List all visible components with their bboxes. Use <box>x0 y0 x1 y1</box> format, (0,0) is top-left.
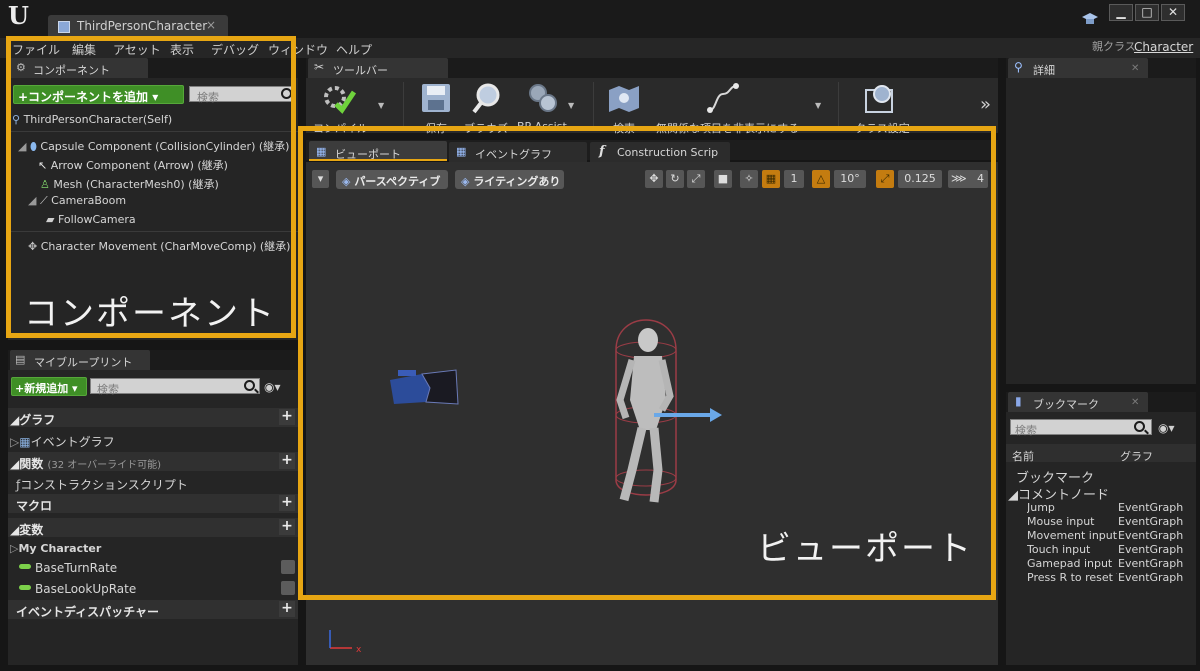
bookmark-graph[interactable]: EventGraph <box>1118 529 1183 542</box>
section-variables[interactable] <box>8 518 298 537</box>
column-header-name[interactable]: 名前 <box>1012 448 1034 464</box>
eye-icon[interactable]: ◉▾ <box>1158 422 1175 434</box>
bookmark-graph[interactable]: EventGraph <box>1118 571 1183 584</box>
section-dispatchers-label: イベントディスパッチャー <box>16 605 160 619</box>
toolbar-tab-label: ツールバー <box>333 64 388 77</box>
bookmark-graph[interactable]: EventGraph <box>1118 515 1183 528</box>
function-item-construction-script[interactable]: ƒコンストラクションスクリプト <box>16 476 188 493</box>
toolbar-separator <box>838 82 839 128</box>
myblueprint-tab-label: マイブループリント <box>34 356 133 369</box>
section-macros-label: マクロ <box>16 499 53 513</box>
document-tab-close-icon[interactable]: × <box>206 19 216 31</box>
menu-help[interactable]: ヘルプ <box>336 41 372 58</box>
blueprint-icon <box>58 21 70 33</box>
details-tab-label: 詳細 <box>1033 64 1055 77</box>
visibility-toggle[interactable] <box>281 560 295 574</box>
section-functions-label: ◢関数 (32 オーバーライド可能) <box>10 457 162 471</box>
myblueprint-search-placeholder: 検索 <box>97 383 119 396</box>
bookmark-graph[interactable]: EventGraph <box>1118 543 1183 556</box>
compile-icon[interactable] <box>322 82 356 114</box>
variable-base-lookup-rate[interactable]: BaseLookUpRate <box>35 582 136 596</box>
toolbar-overflow-button[interactable]: » <box>980 96 991 114</box>
bookmark-name[interactable]: Gamepad input <box>1027 557 1117 570</box>
toolbar-separator <box>593 82 594 128</box>
viewport-annotation: ビューポート <box>757 529 973 569</box>
bookmark-name[interactable]: Press R to reset V <box>1027 571 1117 584</box>
book-icon: ▤ <box>15 353 26 366</box>
hide-unrelated-dropdown-icon[interactable]: ▼ <box>815 102 821 110</box>
bookmark-name[interactable]: Movement input <box>1027 529 1117 542</box>
function-item-label: コンストラクションスクリプト <box>20 478 188 492</box>
graph-item-label: イベントグラフ <box>30 435 115 449</box>
search-icon[interactable] <box>1134 421 1145 432</box>
save-icon[interactable] <box>419 82 453 114</box>
visibility-toggle[interactable] <box>281 581 295 595</box>
expand-arrow-icon[interactable]: ▷ <box>10 435 19 449</box>
bookmark-name[interactable]: Jump <box>1027 501 1117 514</box>
axis-gizmo: x <box>329 630 362 654</box>
class-settings-icon[interactable] <box>862 82 896 114</box>
minimize-button[interactable]: ▁ <box>1109 4 1133 21</box>
bookmark-name[interactable]: Mouse input <box>1027 515 1117 528</box>
search-icon[interactable] <box>244 380 255 391</box>
browse-icon[interactable] <box>471 82 505 114</box>
parent-class-label: 親クラス <box>1092 40 1136 53</box>
blueprint-editor-window: U ThirdPersonCharacter × ▁ □ ✕ ファイル 編集 ア… <box>0 0 1200 671</box>
eye-icon[interactable]: ◉▾ <box>264 381 281 393</box>
bookmark-graph[interactable]: EventGraph <box>1118 501 1183 514</box>
section-graphs-label: ◢グラフ <box>10 413 56 427</box>
tab-details[interactable] <box>1008 58 1148 78</box>
find-icon[interactable] <box>607 82 641 114</box>
wrench-icon: ✂ <box>314 60 325 74</box>
maximize-button[interactable]: □ <box>1135 4 1159 21</box>
bookmarks-tab-close-icon[interactable]: ✕ <box>1131 397 1139 408</box>
graph-icon: ▦ <box>19 435 31 449</box>
close-button[interactable]: ✕ <box>1161 4 1185 21</box>
variable-base-turn-rate[interactable]: BaseTurnRate <box>35 561 117 575</box>
components-annotation: コンポーネント <box>24 294 276 334</box>
add-new-button[interactable]: +新規追加 ▾ <box>11 377 87 396</box>
add-graph-button[interactable]: + <box>279 409 295 425</box>
details-tab-close-icon[interactable]: ✕ <box>1131 63 1139 74</box>
bookmarks-tab-label: ブックマーク <box>1033 398 1099 411</box>
column-header-graph[interactable]: グラフ <box>1120 448 1153 464</box>
variable-category[interactable]: ▷My Character <box>10 542 101 555</box>
svg-text:x: x <box>356 645 362 654</box>
learning-hat-icon[interactable] <box>1082 13 1098 25</box>
bookmarks-search-placeholder: 検索 <box>1015 424 1037 437</box>
float-variable-icon <box>19 585 31 590</box>
bp-assist-dropdown-icon[interactable]: ▼ <box>568 102 574 110</box>
toolbar-separator <box>403 82 404 128</box>
bp-assist-icon[interactable] <box>526 82 560 114</box>
details-search-icon: ⚲ <box>1014 60 1023 74</box>
bookmark-icon: ▮ <box>1015 394 1022 408</box>
section-variables-label: ◢変数 <box>10 523 44 537</box>
float-variable-icon <box>19 564 31 569</box>
add-dispatcher-button[interactable]: + <box>279 601 295 617</box>
bookmark-graph[interactable]: EventGraph <box>1118 557 1183 570</box>
graph-item-eventgraph[interactable]: ▷▦イベントグラフ <box>10 433 115 450</box>
parent-class-link[interactable]: Character <box>1134 41 1193 53</box>
add-variable-button[interactable]: + <box>279 519 295 535</box>
variable-category-label: My Character <box>18 542 102 555</box>
add-function-button[interactable]: + <box>279 453 295 469</box>
details-panel <box>1006 78 1196 384</box>
unreal-logo: U <box>8 1 29 30</box>
bookmarks-header-row <box>1006 444 1196 462</box>
compile-dropdown-icon[interactable]: ▼ <box>378 102 384 110</box>
document-tab-title: ThirdPersonCharacter <box>77 19 208 33</box>
add-macro-button[interactable]: + <box>279 495 295 511</box>
bookmark-name[interactable]: Touch input <box>1027 543 1117 556</box>
hide-unrelated-icon[interactable] <box>706 82 740 114</box>
